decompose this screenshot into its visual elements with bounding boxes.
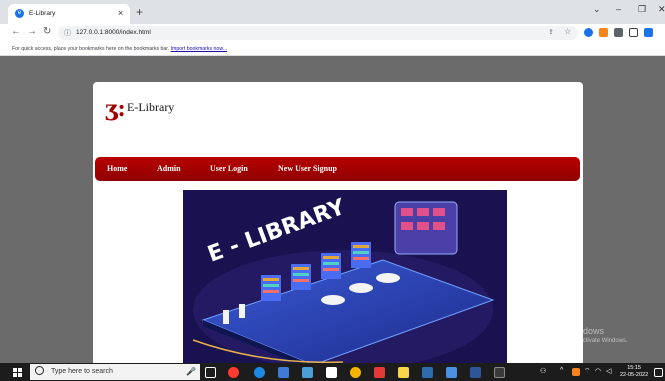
browser-tab[interactable]: e E-Library × xyxy=(8,4,130,24)
search-icon xyxy=(35,366,44,375)
extensions-puzzle-icon[interactable] xyxy=(614,28,623,37)
profile-shield-icon[interactable] xyxy=(644,28,653,37)
nav-user-login[interactable]: User Login xyxy=(210,164,248,173)
app-icon-1[interactable] xyxy=(228,367,239,378)
app-icon-3[interactable] xyxy=(278,367,289,378)
browser-toolbar: ← → ↻ ⓘ 127.0.0.1:8000/index.html ⇪ ☆ xyxy=(0,24,665,42)
app-icon-10[interactable] xyxy=(446,367,457,378)
notification-icon[interactable] xyxy=(654,368,663,377)
main-nav: Home Admin User Login New User Signup xyxy=(95,157,580,181)
browser-tab-strip: e E-Library × + ⌄ – ❐ ✕ xyxy=(0,0,665,24)
site-info-icon[interactable]: ⓘ xyxy=(64,28,71,38)
hero-illustration: E - LIBRARY xyxy=(183,190,507,363)
nav-home[interactable]: Home xyxy=(107,164,127,173)
site-logo-icon: ʒ: xyxy=(105,96,126,122)
volume-icon[interactable]: ◁ xyxy=(606,367,611,375)
chrome-favicon-icon: e xyxy=(15,9,24,18)
app-icon-4[interactable] xyxy=(302,367,313,378)
tab-search-chevron-icon[interactable]: ⌄ xyxy=(593,4,601,15)
taskbar-clock[interactable]: 15:15 22-05-2022 xyxy=(620,365,648,379)
page-viewport: ʒ: E-Library Home Admin User Login New U… xyxy=(0,56,665,363)
tab-close-icon[interactable]: × xyxy=(118,8,123,18)
tray-chevron-icon[interactable]: ^ xyxy=(560,367,563,374)
address-bar[interactable]: ⓘ 127.0.0.1:8000/index.html ⇪ ☆ xyxy=(58,26,578,40)
tray-app-icon[interactable] xyxy=(572,368,580,376)
tab-title: E-Library xyxy=(29,10,56,17)
app-icon-9[interactable] xyxy=(422,367,433,378)
wifi-icon[interactable]: ◠ xyxy=(595,367,601,375)
taskbar-search-box[interactable]: Type here to search 🎤 xyxy=(30,364,200,380)
people-icon[interactable]: ⚇ xyxy=(540,367,546,375)
store-icon[interactable] xyxy=(326,367,337,378)
watermark-line2: Go to Settings to activate Windows. xyxy=(533,338,628,344)
extension-shield-icon[interactable] xyxy=(584,28,593,37)
bookmark-star-icon[interactable]: ☆ xyxy=(564,27,571,36)
import-bookmarks-link[interactable]: Import bookmarks now... xyxy=(171,46,228,52)
address-url: 127.0.0.1:8000/index.html xyxy=(76,29,151,36)
close-window-icon[interactable]: ✕ xyxy=(658,4,665,15)
windows-start-icon[interactable] xyxy=(13,368,22,377)
nav-new-user-signup[interactable]: New User Signup xyxy=(278,164,337,173)
chrome-taskbar-icon[interactable] xyxy=(350,367,361,378)
network-icon[interactable]: ⌔ xyxy=(584,367,591,376)
word-icon[interactable] xyxy=(470,367,481,378)
file-explorer-icon[interactable] xyxy=(398,367,409,378)
bookmark-message: For quick access, place your bookmarks h… xyxy=(12,46,228,52)
clock-date: 22-05-2022 xyxy=(620,372,649,378)
new-tab-icon[interactable]: + xyxy=(136,5,143,19)
side-panel-icon[interactable] xyxy=(629,28,638,37)
taskbar-search-placeholder: Type here to search xyxy=(51,368,113,375)
nav-admin[interactable]: Admin xyxy=(157,164,181,173)
reload-icon[interactable]: ↻ xyxy=(43,26,51,37)
metamask-extension-icon[interactable] xyxy=(599,28,608,37)
back-arrow-icon[interactable]: ← xyxy=(11,26,21,37)
microphone-icon[interactable]: 🎤 xyxy=(186,367,196,376)
windows-taskbar: Type here to search 🎤 ⚇ ^ ⌔ ◠ ◁ 15:15 22… xyxy=(0,363,665,381)
app-icon-7[interactable] xyxy=(374,367,385,378)
bookmarks-bar: For quick access, place your bookmarks h… xyxy=(0,42,665,56)
terminal-icon[interactable] xyxy=(494,367,505,378)
clock-time: 15:15 xyxy=(627,365,641,371)
restore-icon[interactable]: ❐ xyxy=(638,4,646,15)
edge-browser-icon[interactable] xyxy=(254,367,265,378)
watermark-line1: Activate Windows xyxy=(533,326,605,336)
minimize-icon[interactable]: – xyxy=(616,4,621,14)
share-icon[interactable]: ⇪ xyxy=(548,28,554,36)
activate-windows-watermark: Activate Windows Go to Settings to activ… xyxy=(533,326,628,344)
site-container: ʒ: E-Library Home Admin User Login New U… xyxy=(93,82,583,363)
task-view-icon[interactable] xyxy=(205,367,216,378)
forward-arrow-icon[interactable]: → xyxy=(27,26,37,37)
site-name: E-Library xyxy=(127,100,175,114)
